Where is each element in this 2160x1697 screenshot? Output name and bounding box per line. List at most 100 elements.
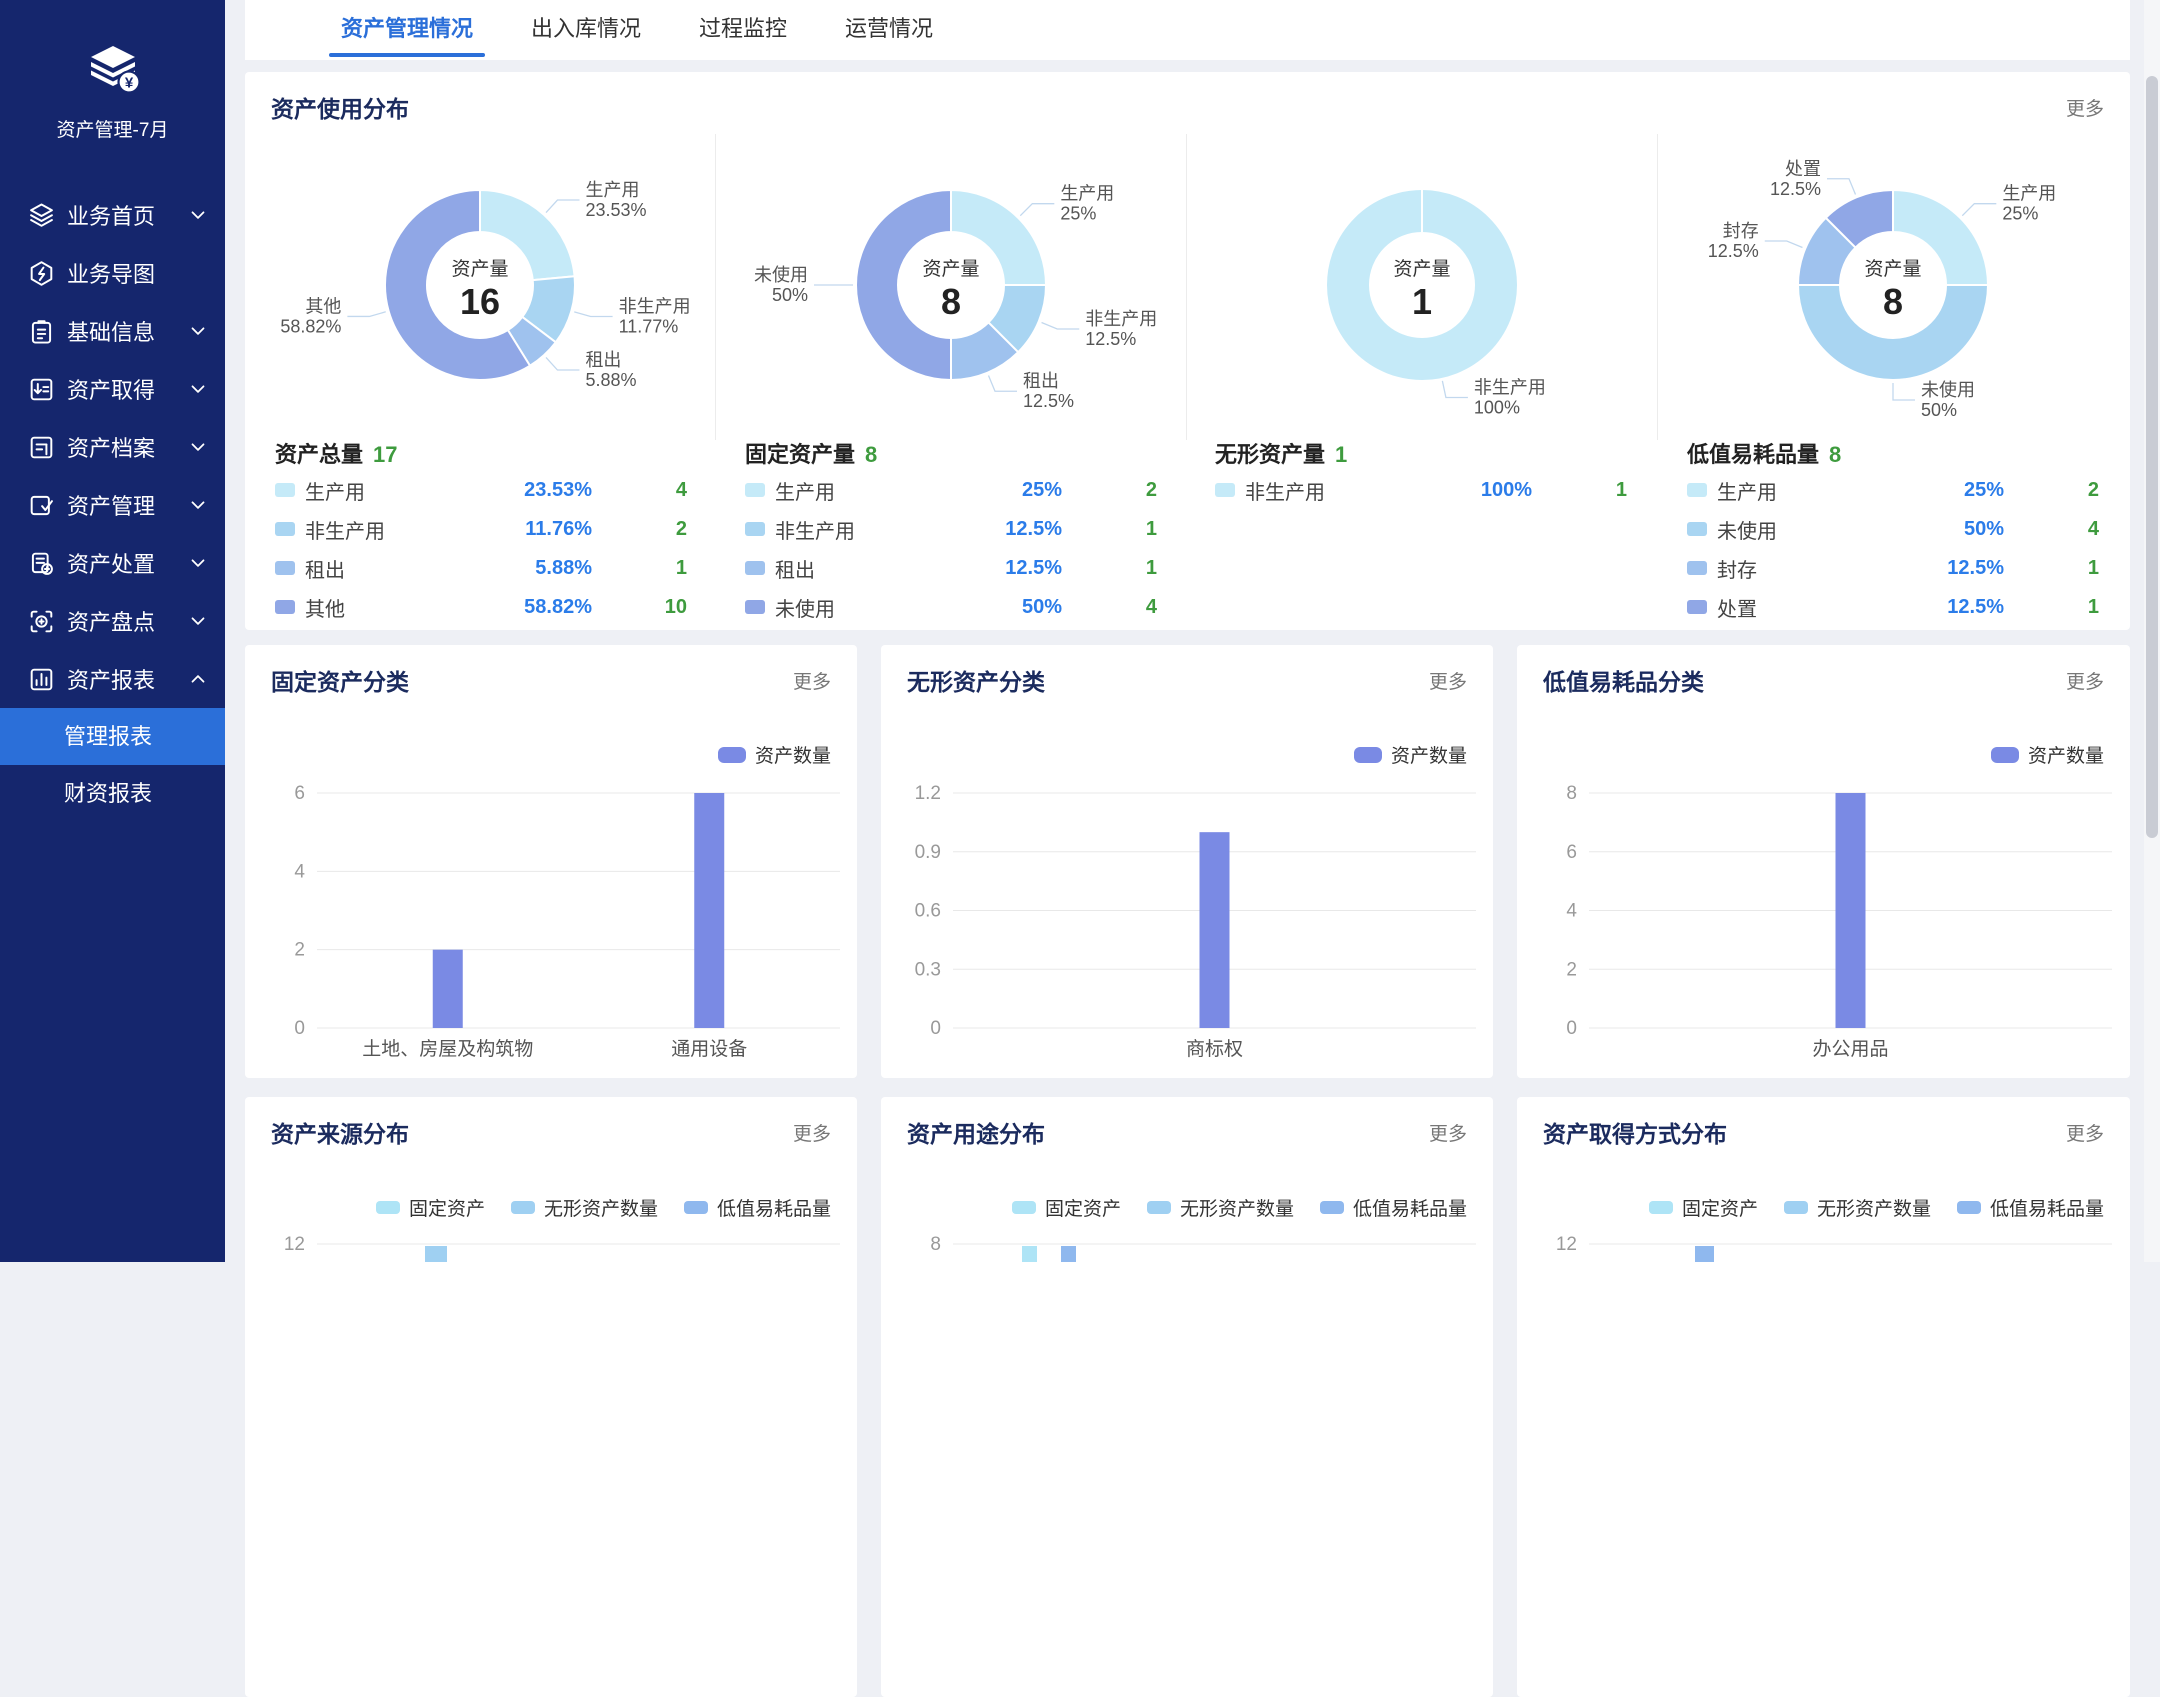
summary-total: 8: [865, 442, 877, 467]
summary-row-label: 其他: [275, 593, 477, 622]
sidebar-subitem-finance-report[interactable]: 财资报表: [0, 765, 225, 822]
summary-title: 资产总量17: [275, 440, 687, 470]
svg-text:12.5%: 12.5%: [1708, 241, 1759, 261]
sidebar-item-base-info[interactable]: 基础信息: [0, 302, 225, 360]
summary-row: 处置12.5%1: [1687, 588, 2099, 626]
svg-text:通用设备: 通用设备: [671, 1038, 747, 1060]
summary-total: 17: [373, 442, 397, 467]
svg-text:4: 4: [294, 861, 305, 882]
panel-asset-source: 资产来源分布更多固定资产无形资产数量低值易耗品量12: [245, 1097, 857, 1697]
panel-asset-acquisition: 资产取得方式分布更多固定资产无形资产数量低值易耗品量12: [1517, 1097, 2130, 1697]
svg-text:资产量: 资产量: [451, 258, 508, 280]
svg-text:0.9: 0.9: [915, 842, 941, 863]
summary-row-percent: 50%: [947, 596, 1062, 619]
summary-title-text: 低值易耗品量: [1687, 442, 1819, 467]
summary-row-count: 4: [592, 479, 687, 502]
svg-text:商标权: 商标权: [1186, 1038, 1243, 1060]
scrollbar-thumb[interactable]: [2146, 76, 2158, 838]
donut-chart-usage-intangible: 非生产用100%资产量1: [1187, 132, 1658, 484]
summary-row: 生产用 23.53%4: [275, 471, 687, 509]
summary-row-count: 1: [1062, 557, 1157, 580]
summary-title: 低值易耗品量 8: [1687, 440, 2099, 470]
summary-row: 非生产用12.5%1: [745, 510, 1157, 548]
svg-text:1.2: 1.2: [915, 783, 941, 804]
bar-chart-asset-acquisition: 12: [1517, 1097, 2129, 1262]
svg-text:4: 4: [1566, 901, 1577, 922]
sidebar-item-label: 资产管理: [67, 489, 155, 521]
summary-total: 8: [1829, 442, 1841, 467]
svg-text:6: 6: [294, 783, 305, 804]
tab-in-out[interactable]: 出入库情况: [531, 0, 641, 60]
svg-text:23.53%: 23.53%: [585, 200, 646, 220]
summary-2: 无形资产量1非生产用100%1: [1215, 440, 1627, 509]
svg-text:50%: 50%: [1921, 400, 1957, 420]
summary-row: 租出12.5%1: [745, 549, 1157, 587]
summary-row: 非生产用100%1: [1215, 471, 1627, 509]
more-link[interactable]: 更多: [2066, 94, 2104, 121]
summary-row-count: 1: [2004, 596, 2099, 619]
svg-text:0.6: 0.6: [915, 901, 941, 922]
panel-fixed-asset-category: 固定资产分类更多资产数量0246土地、房屋及构筑物通用设备: [245, 645, 857, 1078]
legend-swatch: [745, 600, 765, 614]
summary-0: 资产总量17生产用23.53%4非生产用11.76%2租出5.88%1其他58.…: [275, 440, 687, 626]
summary-row-label-text: 生产用: [305, 476, 365, 505]
summary-row-percent: 25%: [1889, 479, 2004, 502]
summary-1: 固定资产量8生产用25%2非生产用12.5%1租出12.5%1未使用50%4: [745, 440, 1157, 626]
chevron-down-icon: [191, 327, 205, 336]
summary-row-label: 未使用: [1687, 515, 1889, 544]
svg-text:12.5%: 12.5%: [1023, 391, 1074, 411]
svg-text:2: 2: [294, 940, 305, 961]
summary-row-percent: 23.53%: [477, 479, 592, 502]
svg-text:8: 8: [1566, 783, 1577, 804]
summary-row-count: 1: [2004, 557, 2099, 580]
svg-text:生产用: 生产用: [585, 180, 639, 200]
sidebar-item-asset-archive[interactable]: 资产档案: [0, 418, 225, 476]
app-logo: ¥ 资产管理-7月: [0, 44, 225, 142]
legend-swatch: [1687, 522, 1707, 536]
sidebar-item-asset-dispose[interactable]: 资产处置: [0, 534, 225, 592]
sidebar-item-asset-report[interactable]: 资产报表: [0, 650, 225, 708]
svg-text:生产用: 生产用: [2002, 184, 2056, 204]
bar-chart-asset-usage: 8: [881, 1097, 1493, 1262]
tab-operation[interactable]: 运营情况: [845, 0, 933, 60]
sidebar-item-home[interactable]: 业务首页: [0, 186, 225, 244]
legend-swatch: [275, 483, 295, 497]
summary-row: 封存12.5%1: [1687, 549, 2099, 587]
sidebar-item-label: 业务导图: [67, 257, 155, 289]
summary-row: 未使用50%4: [745, 588, 1157, 626]
sidebar-item-label: 资产报表: [67, 663, 155, 695]
summary-row-label: 非生产用: [745, 515, 947, 544]
sidebar-item-asset-manage[interactable]: 资产管理: [0, 476, 225, 534]
summary-row-label-text: 生产用: [1717, 476, 1777, 505]
sidebar-item-map[interactable]: 业务导图: [0, 244, 225, 302]
svg-text:非生产用: 非生产用: [1474, 377, 1546, 397]
svg-text:办公用品: 办公用品: [1812, 1038, 1888, 1060]
tab-process-monitor[interactable]: 过程监控: [699, 0, 787, 60]
manage-icon: [28, 492, 55, 519]
svg-text:1: 1: [1412, 281, 1432, 322]
tab-bar: 资产管理情况出入库情况过程监控运营情况: [245, 0, 2130, 60]
acquire-icon: [28, 376, 55, 403]
legend-swatch: [275, 561, 295, 575]
svg-text:土地、房屋及构筑物: 土地、房屋及构筑物: [362, 1038, 533, 1060]
summary-row-percent: 12.5%: [947, 557, 1062, 580]
sidebar-subitem-management-report[interactable]: 管理报表: [0, 708, 225, 765]
svg-text:16: 16: [460, 281, 500, 322]
summary-row-label-text: 其他: [305, 593, 345, 622]
svg-text:租出: 租出: [585, 350, 621, 370]
svg-text:其他: 其他: [305, 296, 341, 316]
report-icon: [28, 666, 55, 693]
sidebar-item-asset-acquire[interactable]: 资产取得: [0, 360, 225, 418]
summary-total: 1: [1335, 442, 1347, 467]
donut-chart-usage-total: 生产用23.53%非生产用11.77%租出5.88%其他58.82%资产量16: [245, 132, 716, 484]
sidebar-item-asset-inventory[interactable]: 资产盘点: [0, 592, 225, 650]
bar-chart-consumable-category: 02468办公用品: [1517, 645, 2129, 1078]
chevron-down-icon: [191, 385, 205, 394]
svg-text:5.88%: 5.88%: [585, 370, 636, 390]
panel-title: 资产使用分布: [271, 90, 409, 124]
summary-row-label-text: 未使用: [775, 593, 835, 622]
legend-swatch: [745, 483, 765, 497]
summary-row-percent: 11.76%: [477, 518, 592, 541]
bar-chart-fixed-asset-category: 0246土地、房屋及构筑物通用设备: [245, 645, 857, 1078]
tab-asset-management[interactable]: 资产管理情况: [341, 0, 473, 60]
